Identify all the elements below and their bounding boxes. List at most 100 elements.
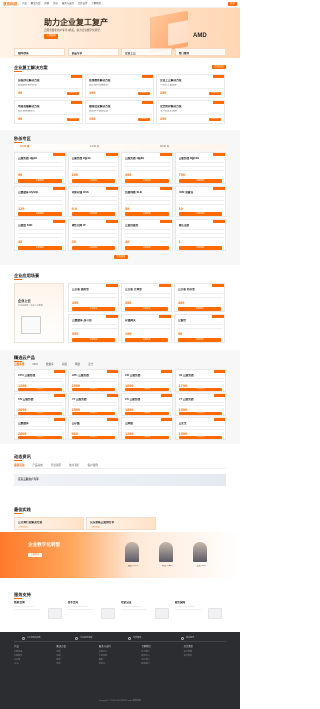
featured-card[interactable]: CT 云服务器 1599 立即购买 <box>67 393 119 416</box>
flash-card[interactable]: 域名注册 1 立即抢购 <box>174 219 226 251</box>
flash-buy-button[interactable]: 立即抢购 <box>125 178 169 183</box>
enterprise-card[interactable]: 云备份 99 立即购买 <box>174 313 225 343</box>
footer-link[interactable]: 控制台 <box>99 663 139 666</box>
service-card[interactable]: 培训认证 <box>121 600 173 625</box>
flash-buy-button[interactable]: 立即抢购 <box>18 212 62 216</box>
featured-tab[interactable]: 云服务器 <box>14 363 24 366</box>
buy-button[interactable]: 立即购买 <box>138 91 150 96</box>
flash-card[interactable]: 云监控服务 49 立即抢购 <box>121 219 173 251</box>
flash-card[interactable]: CDN 流量包 19 立即抢购 <box>174 185 226 217</box>
enterprise-buy-button[interactable]: 立即购买 <box>125 307 168 311</box>
footer-link[interactable]: 教育 <box>56 659 96 662</box>
featured-tab[interactable]: 安全 <box>88 363 93 366</box>
featured-card[interactable]: CD 云服务器 1699 立即购买 <box>121 369 173 392</box>
enterprise-card[interactable]: 云主机 内存型 499 立即购买 <box>174 283 225 312</box>
featured-buy-button[interactable]: 立即购买 <box>71 388 115 392</box>
flash-buy-button[interactable]: 立即抢购 <box>71 212 115 216</box>
flash-card[interactable]: 云服务器 8核16G 799 立即抢购 <box>174 152 226 184</box>
practice-band-button[interactable]: 立即咨询 <box>28 553 42 558</box>
footer-link[interactable]: 官方微博 <box>184 651 224 654</box>
featured-card[interactable]: 云网络 1299 立即购买 <box>121 417 173 440</box>
enterprise-card[interactable]: 云主机 计算型 399 立即购买 <box>121 283 172 312</box>
featured-tab[interactable]: 网络 <box>75 363 80 366</box>
footer-link[interactable]: 金融 <box>56 655 96 658</box>
enterprise-buy-button[interactable]: 立即购买 <box>72 307 115 311</box>
buy-button[interactable]: 立即购买 <box>67 91 79 96</box>
news-link[interactable]: 客户案例 <box>88 464 98 467</box>
solution-card[interactable]: 远程办公解决方案 高效远程协同办公 99 立即购买 <box>14 74 83 98</box>
flash-tab[interactable]: 10:00 场 <box>20 145 29 149</box>
enterprise-buy-button[interactable]: 立即购买 <box>178 337 221 342</box>
featured-buy-button[interactable]: 立即购买 <box>178 412 222 416</box>
flash-buy-button[interactable]: 立即抢购 <box>18 178 62 183</box>
flash-buy-button[interactable]: 立即抢购 <box>71 245 115 250</box>
flash-buy-button[interactable]: 立即抢购 <box>125 212 169 216</box>
nav-item[interactable]: 定价 <box>53 2 58 5</box>
enterprise-card[interactable]: 存储网关 199 立即购买 <box>121 313 172 343</box>
enterprise-buy-button[interactable]: 立即购买 <box>178 307 221 311</box>
logo[interactable]: 京东科技 <box>3 2 17 6</box>
footer-link[interactable]: 备案 <box>99 659 139 662</box>
flash-buy-button[interactable]: 立即抢购 <box>178 178 222 183</box>
featured-card[interactable]: CPU 云服务器 1299 立即购买 <box>14 369 66 392</box>
nav-item[interactable]: 产品 <box>22 2 27 5</box>
featured-card[interactable]: 云存储 969 立即购买 <box>67 417 119 440</box>
featured-buy-button[interactable]: 立即购买 <box>18 436 62 440</box>
hero-promo-card[interactable]: 热门推荐 <box>174 48 226 56</box>
featured-buy-button[interactable]: 立即购买 <box>18 388 62 392</box>
buy-button[interactable]: 立即购买 <box>209 91 221 96</box>
featured-card[interactable]: CT 云服务器 1999 立即购买 <box>174 393 226 416</box>
solution-card[interactable]: 在线教育解决方案 稳定流畅在线课堂 199 立即购买 <box>85 74 154 98</box>
practice-card[interactable]: 京东智联云案例分享 了解详情 <box>86 517 156 530</box>
practice-card[interactable]: 云计算行业解决方案 了解详情 <box>14 517 84 530</box>
flash-card[interactable]: 云服务器 2核4G 199 立即抢购 <box>67 152 119 184</box>
flash-tab[interactable]: 14:00 场 <box>90 145 99 149</box>
service-card[interactable]: 技术支持 <box>67 600 120 625</box>
news-link[interactable]: 技术专栏 <box>69 464 79 467</box>
flash-tab[interactable]: 20:00 场 <box>160 145 169 149</box>
news-link[interactable]: 最新活动 <box>14 464 24 467</box>
enterprise-card[interactable]: 云数据库 高可用 599 立即购买 <box>68 313 119 343</box>
footer-link[interactable]: 联系我们 <box>141 663 181 666</box>
nav-item[interactable]: 场景 <box>44 2 49 5</box>
solution-card[interactable]: 电商直播解决方案 高并发直播带货 99 立即购买 <box>14 100 83 124</box>
footer-link[interactable]: 加入我们 <box>141 659 181 662</box>
featured-buy-button[interactable]: 立即购买 <box>125 412 169 416</box>
featured-tab[interactable]: 存储 <box>62 363 67 366</box>
featured-buy-button[interactable]: 立即购买 <box>125 436 169 440</box>
flash-card[interactable]: 弹性公网 IP 29 立即抢购 <box>67 219 119 251</box>
flash-card[interactable]: 云数据库 MySQL 129 立即抢购 <box>14 185 66 217</box>
footer-link[interactable]: 文档中心 <box>99 651 139 654</box>
nav-item[interactable]: 服务与支持 <box>62 2 74 5</box>
enterprise-card[interactable]: 云主机 通用型 299 立即购买 <box>68 283 119 312</box>
solutions-more-button[interactable]: 查看详情 <box>212 65 226 70</box>
nav-item[interactable]: 了解我们 <box>91 2 101 5</box>
featured-card[interactable]: CS 云服务器 1899 立即购买 <box>121 393 173 416</box>
featured-card[interactable]: 云数据库 2609 立即购买 <box>14 417 66 440</box>
featured-buy-button[interactable]: 立即购买 <box>18 412 62 416</box>
nav-item[interactable]: 解决方案 <box>31 2 41 5</box>
hero-promo-card[interactable]: 新品专享 <box>67 48 119 56</box>
featured-card[interactable]: CN 云服务器 2099 立即购买 <box>14 393 66 416</box>
flash-buy-button[interactable]: 立即抢购 <box>18 245 62 250</box>
featured-buy-button[interactable]: 立即购买 <box>71 412 115 416</box>
featured-card[interactable]: GPU 云服务器 2999 立即购买 <box>67 369 119 392</box>
featured-tab[interactable]: GPU <box>32 363 38 366</box>
footer-link[interactable]: CDN <box>14 663 54 666</box>
footer-link[interactable]: 云存储 <box>14 659 54 662</box>
footer-link[interactable]: 云数据库 <box>14 655 54 658</box>
featured-card[interactable]: CE 云服务器 1799 立即购买 <box>174 369 226 392</box>
flash-card[interactable]: 对象存储 OSS 9.9 立即抢购 <box>67 185 119 217</box>
footer-link[interactable]: 官方微信 <box>184 655 224 658</box>
service-card[interactable]: 服务保障 <box>174 600 227 625</box>
featured-buy-button[interactable]: 立即购买 <box>71 436 115 440</box>
featured-buy-button[interactable]: 立即购买 <box>125 388 169 392</box>
flash-buy-button[interactable]: 立即抢购 <box>178 212 222 216</box>
flash-card[interactable]: 云硬盘 SSD 39 立即抢购 <box>14 219 66 251</box>
hero-promo-card[interactable]: 企业上云 <box>121 48 172 56</box>
flash-buy-button[interactable]: 立即抢购 <box>71 178 115 183</box>
flash-more-button[interactable]: 查看更多 <box>114 255 128 259</box>
featured-tab[interactable]: 数据库 <box>46 363 54 366</box>
flash-card[interactable]: 云服务器 1核2G 99 立即抢购 <box>14 152 66 184</box>
footer-link[interactable]: 新闻中心 <box>141 655 181 658</box>
